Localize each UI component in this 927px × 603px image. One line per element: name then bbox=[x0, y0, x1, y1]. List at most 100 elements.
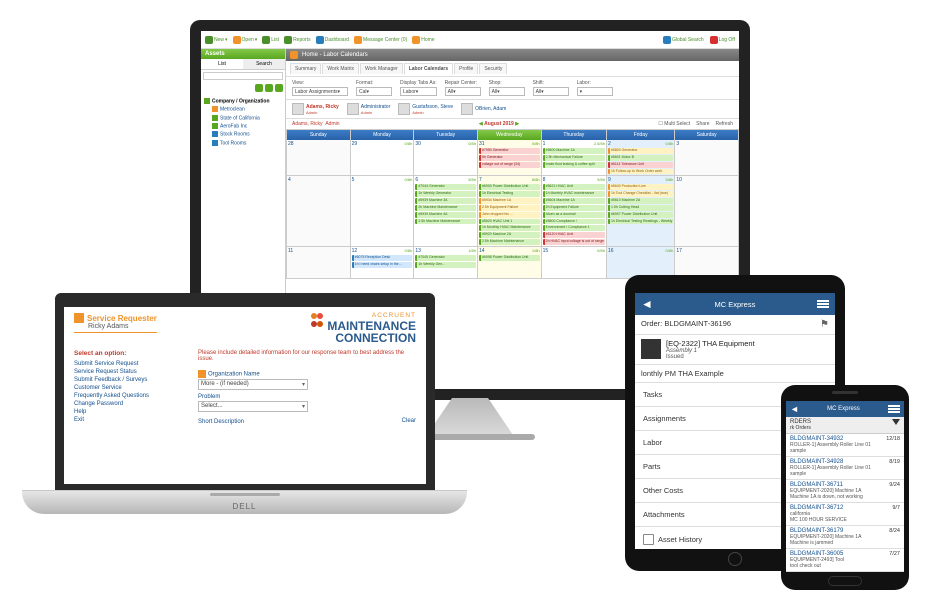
tool-icon[interactable] bbox=[275, 84, 283, 92]
day-cell[interactable]: 310/8h#7950 Generator5h Generatorvoltage… bbox=[478, 140, 542, 176]
person-tab[interactable]: OBrien, Adam bbox=[461, 103, 506, 115]
day-cell[interactable]: 150/8h bbox=[542, 247, 607, 279]
menu-link[interactable]: Submit Service Request bbox=[74, 360, 184, 368]
tab-manager[interactable]: Work Manager bbox=[360, 63, 403, 74]
tab-matrix[interactable]: Work Matrix bbox=[322, 63, 359, 74]
tool-icon[interactable] bbox=[265, 84, 273, 92]
tree-item[interactable]: Metroclean bbox=[204, 105, 282, 113]
filter-icon[interactable] bbox=[892, 419, 900, 425]
user-label: Ricky Adams bbox=[74, 323, 157, 330]
dashboard-button[interactable]: Dashboard bbox=[316, 36, 349, 44]
day-cell[interactable]: 290/8h bbox=[351, 140, 415, 176]
display-select[interactable]: Labor▾ bbox=[400, 87, 437, 96]
next-month-button[interactable]: ▶ bbox=[515, 121, 519, 127]
day-cell[interactable]: 4 bbox=[287, 176, 351, 247]
labor-select[interactable]: ▾ bbox=[577, 87, 613, 96]
day-cell[interactable]: 120/8h#6075 Reception Desk1h I need chai… bbox=[351, 247, 415, 279]
org-icon bbox=[198, 370, 206, 378]
repair-select[interactable]: All▾ bbox=[445, 87, 481, 96]
new-button[interactable]: New ▾ bbox=[205, 36, 228, 44]
day-cell[interactable]: 12.5/8h#5600 Machine 1A2.5h Mechanical F… bbox=[542, 140, 607, 176]
avatar-icon bbox=[292, 103, 304, 115]
clear-link[interactable]: Clear bbox=[402, 418, 416, 424]
menu-link[interactable]: Help bbox=[74, 408, 184, 416]
wo-item[interactable]: BLDGMAINT-36005EQUIPMENT-2493] Tooltool … bbox=[786, 549, 904, 572]
global-search-button[interactable]: Global Search bbox=[663, 36, 704, 44]
prev-month-button[interactable]: ◀ bbox=[479, 121, 483, 127]
tab-summary[interactable]: Summary bbox=[290, 63, 321, 74]
back-icon[interactable]: ◄ bbox=[790, 404, 799, 414]
tree-item[interactable]: State of California bbox=[204, 114, 282, 122]
menu-icon[interactable] bbox=[817, 300, 829, 308]
problem-label: Problem bbox=[198, 394, 416, 400]
reports-button[interactable]: Reports bbox=[284, 36, 311, 44]
phone: ◄ MC Express RDERSrk Orders BLDGMAINT-34… bbox=[781, 385, 909, 590]
sr-icon bbox=[74, 313, 84, 323]
form-hint: Please include detailed information for … bbox=[198, 350, 416, 362]
tab-security[interactable]: Security bbox=[479, 63, 507, 74]
day-cell[interactable]: 10 bbox=[675, 176, 739, 247]
laptop: Service Requester Ricky Adams ACCRUENT M… bbox=[55, 293, 435, 493]
tree-root[interactable]: Company / Organization bbox=[204, 97, 282, 105]
menu-link[interactable]: Service Request Status bbox=[74, 368, 184, 376]
format-select[interactable]: Cal▾ bbox=[356, 87, 392, 96]
equipment-row[interactable]: [EQ-2322] THA EquipmentAssembly 1Issued bbox=[635, 335, 835, 365]
shift-select[interactable]: All▾ bbox=[533, 87, 569, 96]
tool-icon[interactable] bbox=[255, 84, 263, 92]
day-cell[interactable]: 50/8h bbox=[351, 176, 415, 247]
person-tab[interactable]: AdministratorAdmin bbox=[347, 103, 390, 115]
tree-item[interactable]: Stock Rooms bbox=[204, 130, 282, 138]
sidebar-tab-list[interactable]: List bbox=[201, 59, 243, 69]
day-cell[interactable]: 11 bbox=[287, 247, 351, 279]
menu-link[interactable]: Customer Service bbox=[74, 384, 184, 392]
wo-item[interactable]: BLDGMAINT-36179EQUIPMENT-2020] Machine 1… bbox=[786, 526, 904, 549]
day-cell[interactable]: 131/8h#7045 Generator1h Weekly Gen... bbox=[414, 247, 478, 279]
menu-link[interactable]: Submit Feedback / Surveys bbox=[74, 376, 184, 384]
wo-item[interactable]: BLDGMAINT-34928ROLLER-1] Assembly Roller… bbox=[786, 457, 904, 480]
home-button[interactable]: Home bbox=[412, 36, 434, 44]
tab-profile[interactable]: Profile bbox=[454, 63, 478, 74]
refresh-button[interactable]: Refresh bbox=[715, 121, 733, 127]
display-label: Display Tabs As: bbox=[400, 80, 437, 86]
multiselect-toggle[interactable]: ☐ Multi Select bbox=[658, 121, 690, 127]
day-cell[interactable]: 78/8h#6900 Power Distribution Unit1h Ele… bbox=[478, 176, 542, 247]
menu-title: Select an option: bbox=[74, 350, 184, 357]
day-cell[interactable]: 28 bbox=[287, 140, 351, 176]
list-button[interactable]: List bbox=[262, 36, 279, 44]
day-cell[interactable]: 89/8h#5621 HVAC Unit1h Monthly HVAC main… bbox=[542, 176, 607, 247]
wo-item[interactable]: BLDGMAINT-36711EQUIPMENT-2020] Machine 1… bbox=[786, 480, 904, 503]
sidebar-tab-search[interactable]: Search bbox=[243, 59, 285, 69]
day-cell[interactable]: 95/8h#5640 Production Line1h Tool Change… bbox=[607, 176, 675, 247]
tablet-header: ◄ MC Express bbox=[635, 293, 835, 315]
menu-icon[interactable] bbox=[888, 405, 900, 413]
tab-calendars[interactable]: Labor Calendars bbox=[404, 63, 453, 75]
logoff-button[interactable]: Log Off bbox=[710, 36, 735, 44]
avatar-icon bbox=[461, 103, 473, 115]
wo-item[interactable]: BLDGMAINT-34932ROLLER-1] Assembly Roller… bbox=[786, 434, 904, 457]
order-bar: Order: BLDGMAINT-36196 ⚑ bbox=[635, 315, 835, 335]
org-select[interactable]: More - (if needed)▾ bbox=[198, 379, 308, 390]
home-icon bbox=[290, 51, 298, 59]
open-button[interactable]: Open ▾ bbox=[233, 36, 258, 44]
share-button[interactable]: Share bbox=[696, 121, 709, 127]
sidebar-search-input[interactable] bbox=[203, 72, 283, 80]
person-tab[interactable]: Gustafsson, SteveAdmin bbox=[398, 103, 453, 115]
flag-icon[interactable]: ⚑ bbox=[820, 319, 829, 330]
back-icon[interactable]: ◄ bbox=[641, 297, 653, 311]
view-select[interactable]: Labor Assignments▾ bbox=[292, 87, 348, 96]
day-cell[interactable]: 300/8h bbox=[414, 140, 478, 176]
person-tab[interactable]: Adams, RickyAdmin bbox=[292, 103, 339, 115]
tree-item[interactable]: AeroFab Inc bbox=[204, 122, 282, 130]
menu-link[interactable]: Change Password bbox=[74, 400, 184, 408]
wo-item[interactable]: BLDGMAINT-36712californiaMC 100 HOUR SER… bbox=[786, 503, 904, 526]
day-cell[interactable]: 20/8h#5800 Generator#5601 Motor B#5114 T… bbox=[607, 140, 675, 176]
day-cell[interactable]: 65/8h#7044 Generator1h Weekly Generator#… bbox=[414, 176, 478, 247]
problem-select[interactable]: Select...▾ bbox=[198, 401, 308, 412]
day-cell[interactable]: 141/8h#6998 Power Distribution Unit bbox=[478, 247, 542, 279]
menu-link[interactable]: Exit bbox=[74, 416, 184, 424]
menu-link[interactable]: Frequently Asked Questions bbox=[74, 392, 184, 400]
day-cell[interactable]: 3 bbox=[675, 140, 739, 176]
msgcenter-button[interactable]: Message Center (0) bbox=[354, 36, 407, 44]
tree-item[interactable]: Tool Rooms bbox=[204, 139, 282, 147]
shop-select[interactable]: All▾ bbox=[489, 87, 525, 96]
